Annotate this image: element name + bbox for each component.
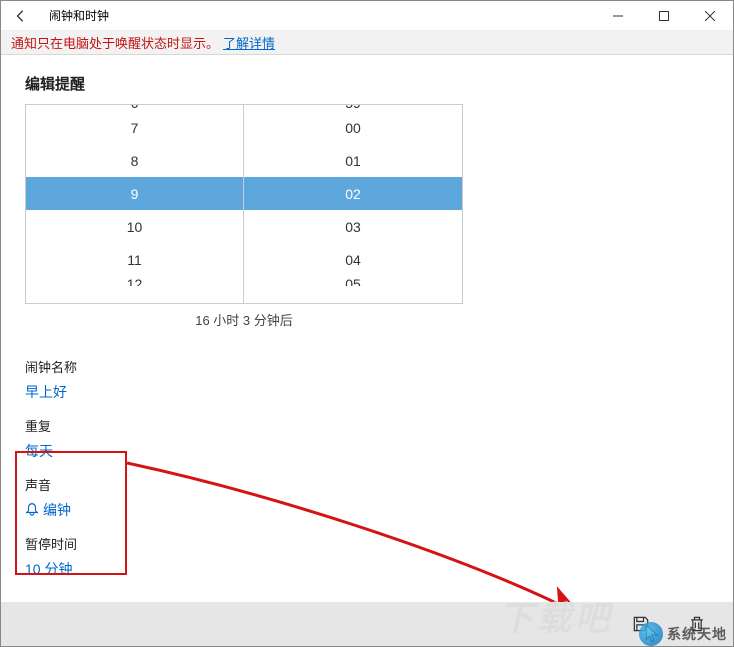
bell-icon (25, 502, 39, 519)
picker-item[interactable]: 7 (26, 111, 243, 144)
learn-more-link[interactable]: 了解详情 (223, 33, 275, 52)
notification-text: 通知只在电脑处于唤醒状态时显示。 (11, 33, 219, 52)
minimize-button[interactable] (595, 1, 641, 31)
back-button[interactable] (1, 1, 41, 31)
picker-item[interactable]: 10 (26, 210, 243, 243)
picker-item[interactable]: 03 (244, 210, 462, 243)
snooze-value[interactable]: 10 分钟 (25, 559, 709, 579)
alarm-name-value[interactable]: 早上好 (25, 382, 709, 402)
command-bar (1, 602, 733, 646)
window-controls (595, 1, 733, 31)
minute-column[interactable]: 59 00 01 02 03 04 05 (244, 105, 462, 303)
page-title: 编辑提醒 (25, 73, 709, 94)
sound-label: 声音 (25, 475, 709, 494)
sound-value[interactable]: 编钟 (25, 500, 709, 520)
picker-item[interactable]: 00 (244, 111, 462, 144)
picker-item-selected[interactable]: 02 (244, 177, 462, 210)
picker-item[interactable]: 12 (26, 276, 243, 286)
hour-column[interactable]: 6 7 8 9 10 11 12 (26, 105, 244, 303)
watermark-bg: 下载吧 (499, 591, 613, 640)
picker-item[interactable]: 04 (244, 243, 462, 276)
alarm-name-label: 闹钟名称 (25, 357, 709, 376)
close-button[interactable] (687, 1, 733, 31)
repeat-label: 重复 (25, 416, 709, 435)
content-area: 编辑提醒 6 7 8 9 10 11 12 59 00 01 02 03 04 … (1, 55, 733, 579)
picker-item[interactable]: 01 (244, 144, 462, 177)
window-title: 闹钟和时钟 (49, 7, 109, 24)
watermark-text: 系统天地 (667, 624, 727, 644)
time-picker[interactable]: 6 7 8 9 10 11 12 59 00 01 02 03 04 05 (25, 104, 463, 304)
picker-item-selected[interactable]: 9 (26, 177, 243, 210)
repeat-value[interactable]: 每天 (25, 441, 709, 461)
sound-text: 编钟 (43, 500, 71, 520)
window-titlebar: 闹钟和时钟 (1, 1, 733, 31)
watermark: 系统天地 (639, 622, 727, 646)
time-remaining-label: 16 小时 3 分钟后 (25, 304, 463, 343)
picker-item[interactable]: 8 (26, 144, 243, 177)
watermark-logo-icon (639, 622, 663, 646)
snooze-label: 暂停时间 (25, 534, 709, 553)
picker-item[interactable]: 05 (244, 276, 462, 286)
maximize-button[interactable] (641, 1, 687, 31)
notification-bar: 通知只在电脑处于唤醒状态时显示。 了解详情 (1, 31, 733, 55)
picker-item[interactable]: 11 (26, 243, 243, 276)
